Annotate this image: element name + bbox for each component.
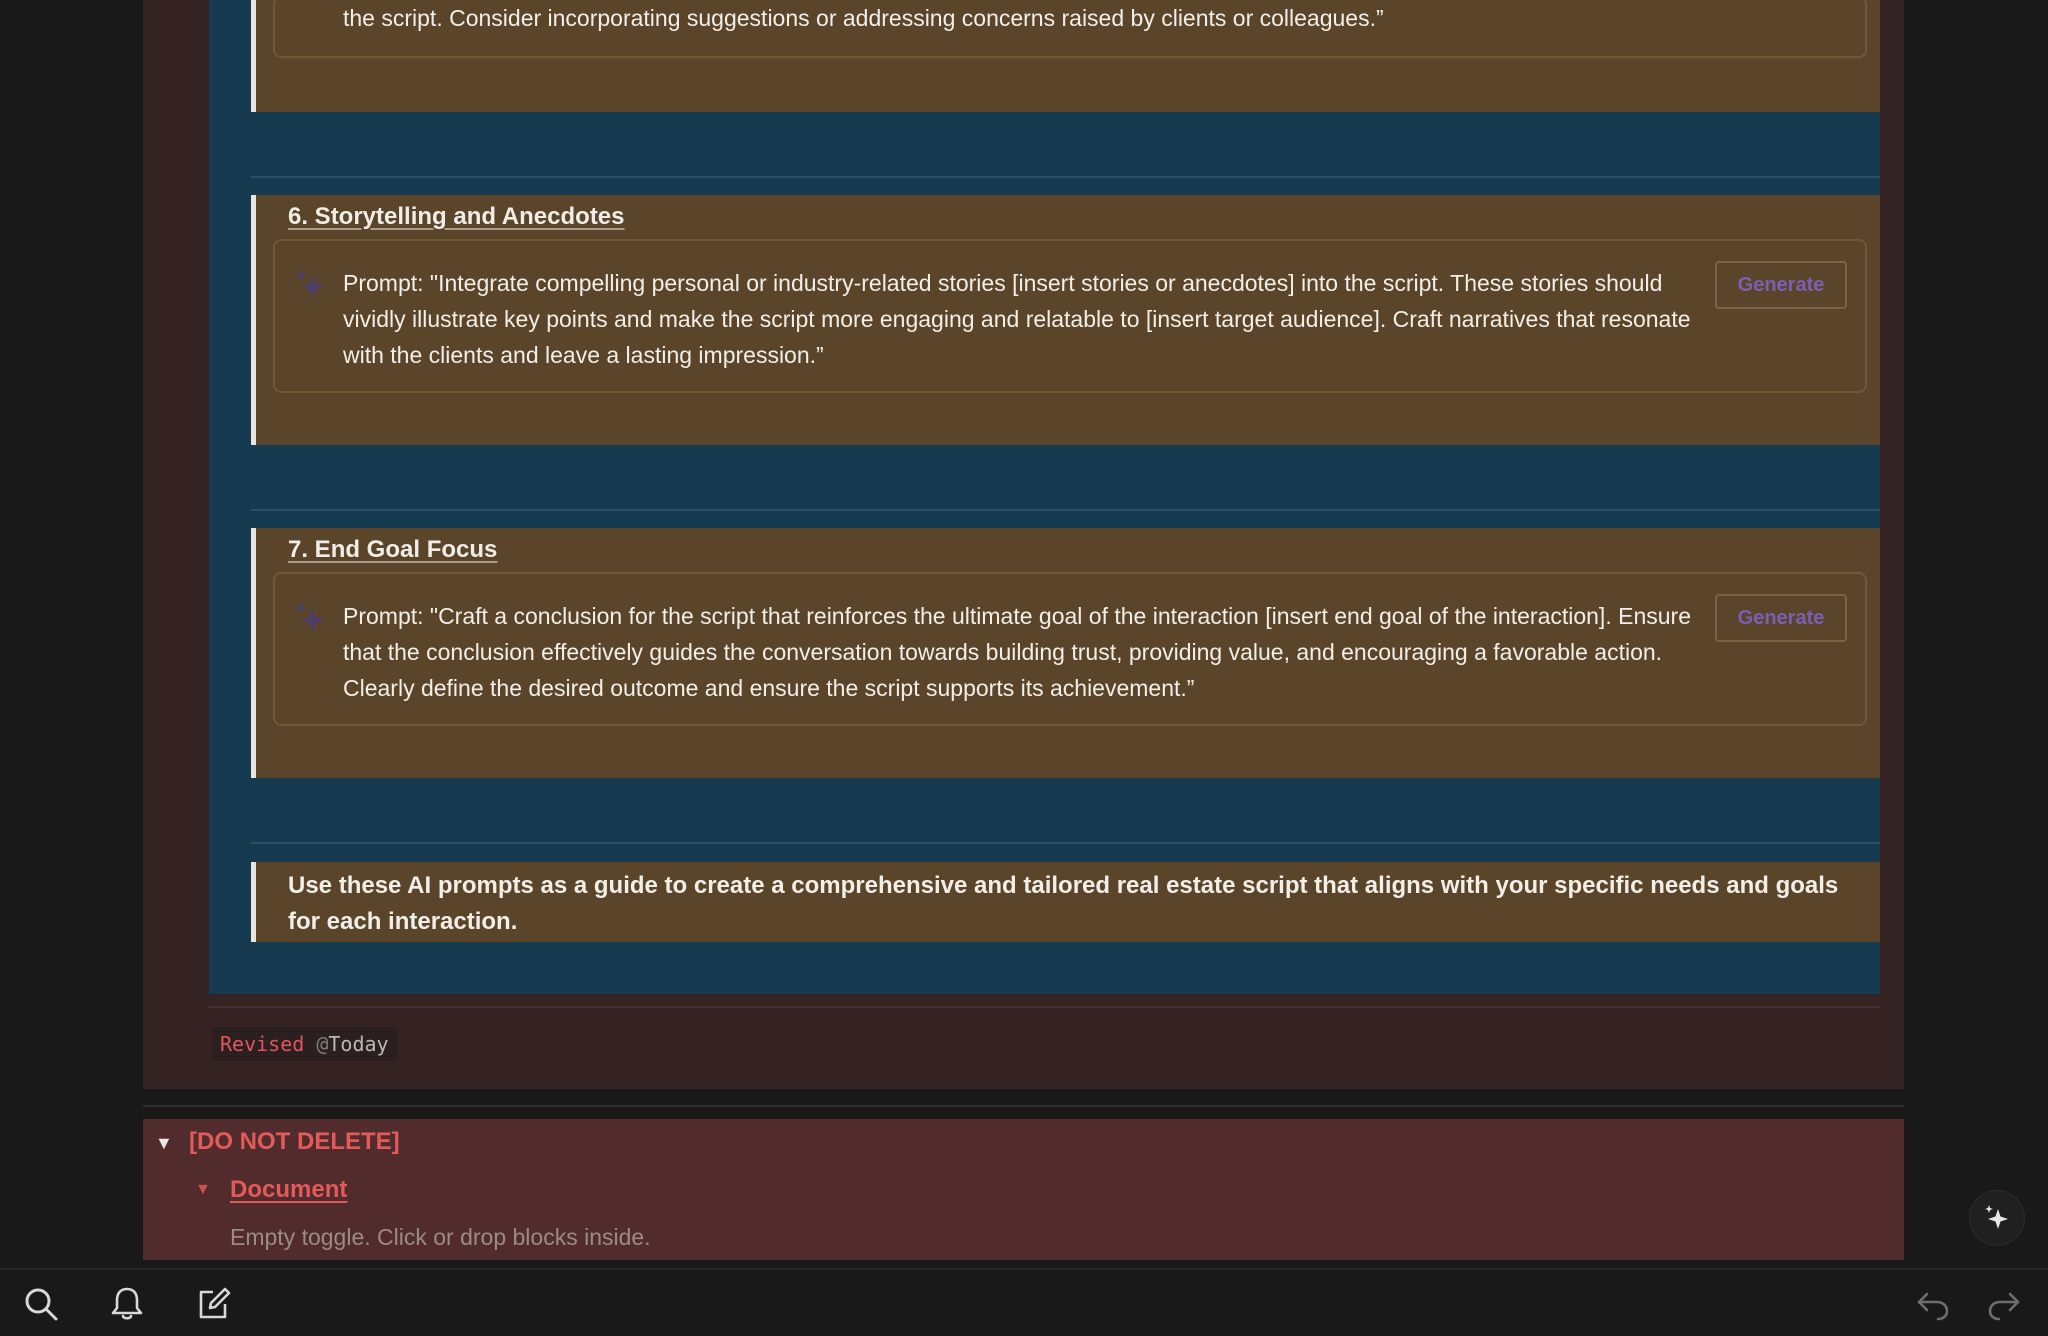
sparkle-icon — [295, 602, 325, 632]
revised-date: Today — [328, 1032, 389, 1056]
prompt-box-7: Prompt: "Craft a conclusion for the scri… — [273, 572, 1867, 726]
callout-section-5: the script. Consider incorporating sugge… — [251, 0, 1880, 112]
revised-label: Revised — [220, 1032, 305, 1056]
prompt-text-7: Prompt: "Craft a conclusion for the scri… — [343, 603, 1691, 701]
prompt-box-5: the script. Consider incorporating sugge… — [273, 0, 1867, 58]
callout-section-7: 7. End Goal Focus Prompt: "Craft a concl… — [251, 528, 1880, 778]
generate-button[interactable]: Generate — [1715, 261, 1847, 309]
revised-tag[interactable]: Revised @Today — [212, 1027, 397, 1061]
generate-button[interactable]: Generate — [1715, 594, 1847, 642]
divider — [251, 842, 1880, 844]
section-title-6[interactable]: 6. Storytelling and Anecdotes — [288, 203, 625, 231]
divider — [143, 1105, 1904, 1107]
prompt-box-6: Prompt: "Integrate compelling personal o… — [273, 239, 1867, 393]
divider — [251, 509, 1880, 511]
blue-callout-container — [209, 0, 1880, 994]
page: the script. Consider incorporating sugge… — [0, 0, 2048, 1336]
callout-section-6: 6. Storytelling and Anecdotes Prompt: "I… — [251, 195, 1880, 445]
mention-at: @ — [316, 1032, 329, 1056]
bottom-toolbar — [0, 1268, 2048, 1336]
empty-toggle-hint[interactable]: Empty toggle. Click or drop blocks insid… — [230, 1224, 651, 1251]
undo-icon[interactable] — [1913, 1284, 1953, 1324]
sparkle-icon — [1985, 1205, 2008, 1229]
sparkle-icon — [295, 269, 325, 299]
toggle-triangle-icon[interactable]: ▼ — [195, 1181, 211, 1199]
prompt-text-6: Prompt: "Integrate compelling personal o… — [343, 270, 1691, 368]
bell-icon[interactable] — [107, 1284, 147, 1324]
search-icon[interactable] — [21, 1284, 61, 1324]
closing-text: Use these AI prompts as a guide to creat… — [288, 872, 1839, 935]
document-toggle-title[interactable]: Document — [230, 1176, 347, 1204]
toggle-triangle-icon[interactable]: ▼ — [155, 1133, 173, 1154]
redo-icon[interactable] — [1984, 1284, 2024, 1324]
ai-assistant-button[interactable] — [1969, 1190, 2025, 1246]
prompt-text-5: the script. Consider incorporating sugge… — [343, 5, 1384, 31]
divider — [209, 1006, 1880, 1008]
section-title-7[interactable]: 7. End Goal Focus — [288, 536, 497, 564]
toggle-title[interactable]: [DO NOT DELETE] — [189, 1128, 400, 1156]
callout-closing: Use these AI prompts as a guide to creat… — [251, 862, 1880, 942]
divider — [251, 176, 1880, 178]
do-not-delete-section: ▼ [DO NOT DELETE] ▼ Document Empty toggl… — [143, 1119, 1904, 1260]
compose-icon[interactable] — [193, 1284, 233, 1324]
